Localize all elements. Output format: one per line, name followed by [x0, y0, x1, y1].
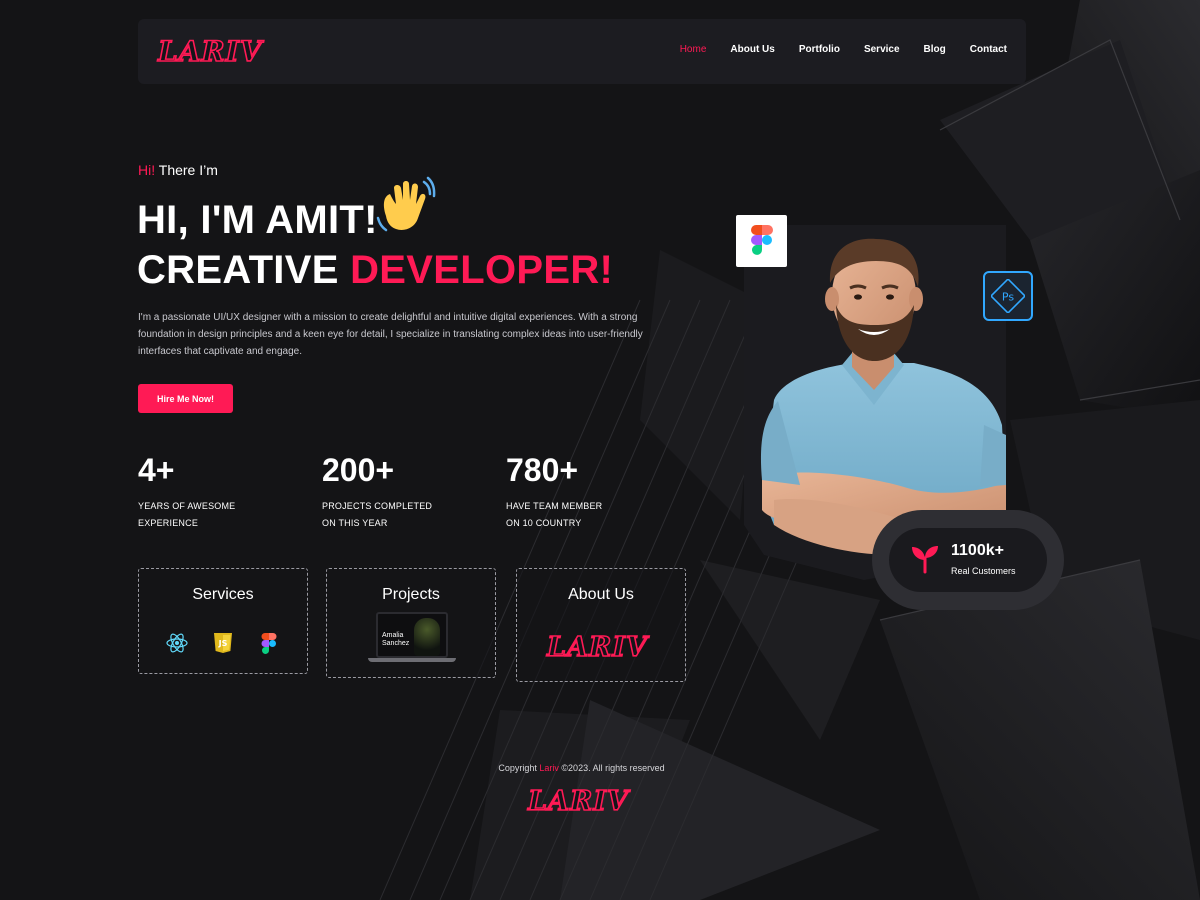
nav-link-portfolio[interactable]: Portfolio	[799, 44, 840, 55]
nav-links: Home About Us Portfolio Service Blog Con…	[680, 44, 1007, 55]
hire-me-button[interactable]: Hire Me Now!	[138, 384, 233, 413]
copyright-brand-link[interactable]: Lariv	[539, 763, 559, 773]
customers-badge: 1100k+ Real Customers	[889, 528, 1047, 592]
sprout-icon	[912, 546, 938, 574]
stat-value: 4+	[138, 452, 175, 488]
js-icon: JS	[214, 633, 232, 653]
headline-accent: DEVELOPER!	[350, 248, 614, 292]
hero-greeting: Hi! There I’m	[138, 162, 218, 178]
figma-icon	[261, 633, 277, 654]
headline-line-2: CREATIVE	[137, 248, 351, 292]
greeting-text: There I’m	[155, 162, 218, 178]
photoshop-badge: Ps	[983, 271, 1033, 321]
brand-logo[interactable]: LARIV	[157, 34, 263, 69]
svg-text:JS: JS	[218, 639, 228, 648]
about-us-card[interactable]: About Us LARIV	[516, 568, 686, 682]
stat-team: 780+ HAVE TEAM MEMBER ON 10 COUNTRY	[506, 452, 602, 532]
nav-link-blog[interactable]: Blog	[924, 44, 946, 55]
laptop-screen: Amalia Sanchez	[376, 612, 448, 658]
laptop-text: Amalia Sanchez	[382, 632, 410, 647]
portrait-thumbnail	[414, 618, 440, 656]
services-icons: JS	[139, 631, 307, 655]
customers-label: Real Customers	[951, 566, 1016, 576]
stat-value: 780+	[506, 452, 579, 488]
about-card-logo: LARIV	[546, 631, 648, 664]
svg-text:Ps: Ps	[1002, 291, 1014, 304]
react-icon	[166, 633, 188, 653]
card-title: Projects	[382, 586, 440, 603]
stat-label: YEARS OF AWESOME EXPERIENCE	[138, 501, 236, 528]
stat-experience: 4+ YEARS OF AWESOME EXPERIENCE	[138, 452, 235, 532]
laptop-base	[368, 658, 456, 662]
footer-logo[interactable]: LARIV	[527, 785, 629, 818]
stat-value: 200+	[322, 452, 395, 488]
card-title: Services	[192, 586, 254, 603]
hero-intro: I'm a passionate UI/UX designer with a m…	[138, 312, 643, 357]
stat-projects: 200+ PROJECTS COMPLETED ON THIS YEAR	[322, 452, 432, 532]
nav-link-about-us[interactable]: About Us	[730, 44, 774, 55]
copyright-text: Copyright Lariv ©2023. All rights reserv…	[498, 763, 665, 773]
stat-label: PROJECTS COMPLETED ON THIS YEAR	[322, 501, 433, 528]
nav-link-contact[interactable]: Contact	[970, 44, 1007, 55]
photoshop-icon: Ps	[991, 279, 1025, 313]
customers-value: 1100k+	[951, 542, 1004, 559]
greeting-accent: Hi!	[138, 162, 156, 178]
card-title: About Us	[568, 586, 634, 603]
services-card[interactable]: Services JS	[138, 568, 308, 674]
navbar: LARIV Home About Us Portfolio Service Bl…	[138, 19, 1026, 84]
figma-icon	[750, 225, 773, 255]
waving-hand-icon	[376, 176, 436, 232]
stat-label: HAVE TEAM MEMBER ON 10 COUNTRY	[506, 501, 603, 528]
headline-line-1: HI, I'M AMIT!	[137, 198, 378, 242]
projects-card[interactable]: Projects Amalia Sanchez	[326, 568, 496, 678]
laptop-preview: Amalia Sanchez	[368, 612, 456, 664]
figma-badge	[736, 215, 787, 267]
nav-link-home[interactable]: Home	[680, 44, 707, 55]
nav-link-service[interactable]: Service	[864, 44, 900, 55]
